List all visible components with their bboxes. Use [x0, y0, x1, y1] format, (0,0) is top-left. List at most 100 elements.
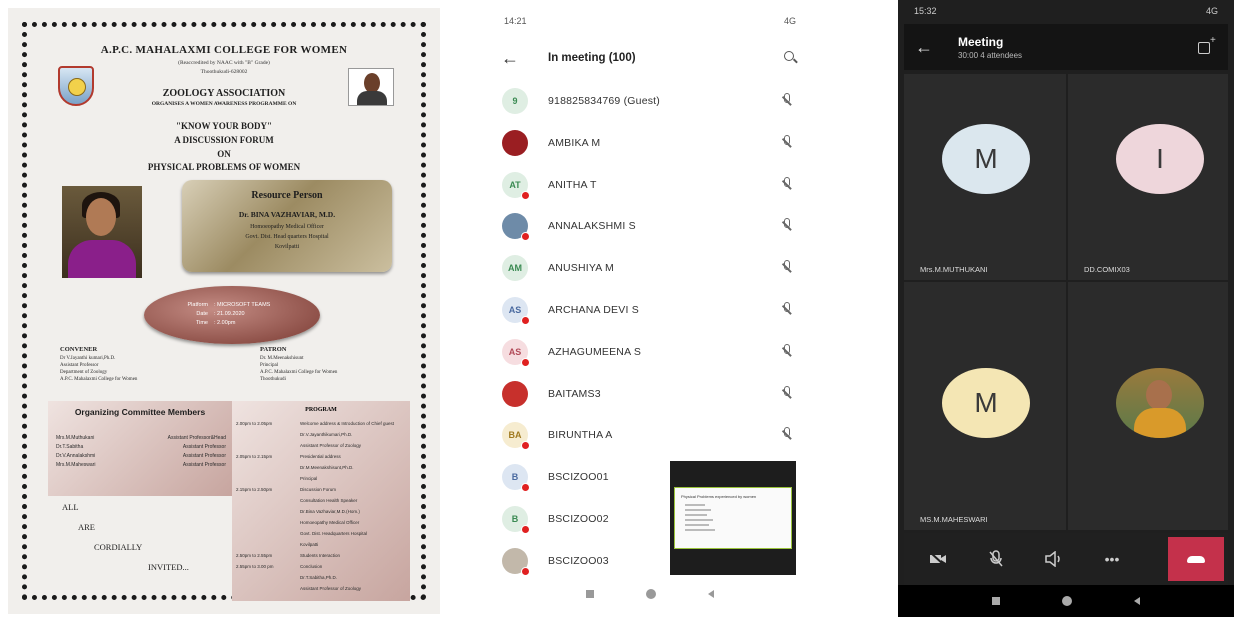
mic-muted-icon — [780, 343, 794, 360]
participant-photo — [502, 129, 528, 156]
back-button[interactable] — [708, 590, 714, 598]
participant-label: MS.M.MAHESWARI — [920, 515, 988, 524]
participant-photo — [502, 380, 528, 407]
participant-row[interactable]: AM ANUSHIYA M — [490, 247, 810, 289]
program-time — [236, 542, 300, 548]
participant-row[interactable]: AS ARCHANA DEVI S — [490, 289, 810, 331]
shared-doc-title: Physical Problems experienced by women — [681, 494, 757, 499]
mic-muted-icon — [780, 302, 794, 318]
mic-muted-icon — [780, 260, 794, 276]
committee-role: Assistant Professor — [182, 444, 226, 450]
participant-avatar: BA — [502, 422, 530, 451]
participant-avatar: 9 — [502, 88, 528, 114]
speaker-icon[interactable] — [1030, 539, 1078, 579]
participant-photo — [502, 213, 530, 242]
mic-muted-icon — [780, 134, 794, 151]
home-button[interactable] — [1062, 596, 1072, 606]
program-desc: Dr.T.Sabitha,Ph.D. — [300, 575, 338, 580]
convener-line: Assistant Professor — [60, 363, 99, 368]
resource-city: Kovilpatti — [274, 244, 300, 250]
participant-row[interactable]: AMBIKA M — [490, 122, 810, 164]
committee-role: Assistant Professor&Head — [167, 435, 226, 441]
back-arrow-icon[interactable]: ← — [490, 48, 530, 69]
participant-row[interactable]: AT ANITHA T — [490, 164, 810, 206]
back-arrow-icon[interactable]: ← — [904, 37, 944, 58]
program-time — [236, 586, 300, 592]
program-time — [236, 509, 300, 515]
association-name: ZOOLOGY ASSOCIATION — [162, 88, 286, 99]
participant-row[interactable]: 9 918825834769 (Guest) — [490, 80, 810, 122]
topic-line-2: A DISCUSSION FORUM — [174, 135, 274, 145]
participant-row[interactable]: ANNALAKSHMI S — [490, 205, 810, 247]
participant-name: BSCIZOO03 — [548, 554, 609, 567]
convener-line: Dr V.Jayanthi kumari,Ph.D. — [60, 356, 116, 361]
topic-line-1: "KNOW YOUR BODY" — [176, 121, 272, 131]
camera-off-icon[interactable] — [914, 539, 962, 579]
patron-heading: PATRON — [260, 346, 287, 353]
meeting-title: Meeting — [958, 34, 1004, 49]
participant-tile[interactable]: M Mrs.M.MUTHUKANI — [904, 74, 1066, 280]
participant-name: BSCIZOO01 — [548, 471, 609, 484]
platform-key: Platform — [187, 302, 208, 308]
recents-button[interactable] — [586, 590, 594, 598]
program-row: 2.55pm to 3.00 pm Conclusion — [236, 564, 406, 570]
program-row: Assistant Professor of Zoology — [236, 443, 406, 449]
recents-button[interactable] — [992, 597, 1000, 605]
program-time: 2.00pm to 2.05pm — [236, 421, 273, 426]
participant-name: ARCHANA DEVI S — [548, 304, 639, 316]
program-row: Assistant Professor of Zoology — [236, 586, 406, 592]
program-desc: Consultation Health Speaker — [300, 498, 358, 503]
program-desc: Assistant Professor of Zoology — [300, 586, 362, 591]
convener-heading: CONVENER — [60, 346, 98, 353]
participant-row[interactable]: BAITAMS3 — [490, 373, 810, 415]
presence-dot — [521, 316, 530, 325]
program-row: 2.15pm to 2.50pm Discussion Forum — [236, 487, 406, 493]
participant-avatar: M — [942, 368, 1030, 438]
program-row: Dr.M.Meenakshisunt,Ph.D. — [236, 465, 406, 471]
android-nav-bar — [490, 574, 810, 614]
college-name: A.P.C. MAHALAXMI COLLEGE FOR WOMEN — [100, 44, 348, 56]
mic-off-icon[interactable] — [972, 539, 1020, 579]
program-time: 2.15pm to 2.50pm — [236, 487, 273, 492]
program-time — [236, 520, 300, 526]
presence-dot — [521, 190, 530, 200]
program-time — [236, 498, 300, 504]
program-desc: Students Interaction — [300, 553, 341, 558]
participant-avatar: AS — [502, 338, 530, 367]
committee-name: Dr.T.Sabitha — [56, 444, 84, 450]
participant-row[interactable]: AS AZHAGUMEENA S — [490, 331, 810, 373]
program-row: 2.05pm to 2.15pm Presidential address — [236, 454, 406, 460]
participant-tile[interactable] — [1068, 282, 1228, 530]
mic-muted-icon — [780, 427, 794, 443]
home-button[interactable] — [646, 589, 656, 599]
status-time: 15:32 — [914, 6, 937, 16]
more-options-icon[interactable]: ••• — [1088, 539, 1136, 579]
program-row: Dr.V.Jayanthikumari,Ph.D. — [236, 432, 406, 438]
add-participants-icon[interactable] — [1188, 35, 1228, 57]
program-row: Dr.T.Sabitha,Ph.D. — [236, 575, 406, 581]
participant-tile[interactable]: I DD.COMIX03 — [1068, 74, 1228, 280]
committee-title: Organizing Committee Members — [74, 407, 206, 417]
program-row: 2.00pm to 2.05pm Welcome address & Introd… — [236, 421, 406, 427]
program-row: Homoeopathy Medical Officer — [236, 520, 406, 526]
search-icon[interactable] — [774, 48, 810, 68]
program-desc: Dr.V.Jayanthikumari,Ph.D. — [300, 432, 353, 437]
program-time: 2.55pm to 3.00 pm — [236, 564, 274, 569]
patron-line: Dr. M.Meenakshisunt — [260, 356, 304, 361]
android-nav-bar — [898, 585, 1234, 617]
back-button[interactable] — [1134, 597, 1140, 605]
participant-avatar: M — [942, 124, 1030, 194]
shared-content-thumbnail[interactable]: Physical Problems experienced by women — [670, 461, 796, 575]
hang-up-button[interactable] — [1168, 537, 1224, 581]
program-time — [236, 531, 300, 537]
status-network: 4G — [1205, 6, 1218, 16]
convener-line: Department of Zoology — [60, 370, 108, 375]
resource-place: Govt. Dist. Head quarters Hospital — [245, 234, 329, 240]
program-desc: Dr.Bina Vazhaviar,M.D.(Hom.) — [300, 509, 360, 514]
event-details-ellipse: Platform: MICROSOFT TEAMS Date: 21.09.20… — [144, 286, 320, 344]
resource-person-box: Resource Person Dr. BINA VAZHAVIAR, M.D.… — [182, 180, 392, 272]
mic-muted-icon — [780, 176, 794, 193]
participant-row[interactable]: BA BIRUNTHA A — [490, 414, 810, 456]
program-row: 2.50pm to 2.55pm Students Interaction — [236, 553, 406, 559]
participant-tile[interactable]: M MS.M.MAHESWARI — [904, 282, 1066, 530]
